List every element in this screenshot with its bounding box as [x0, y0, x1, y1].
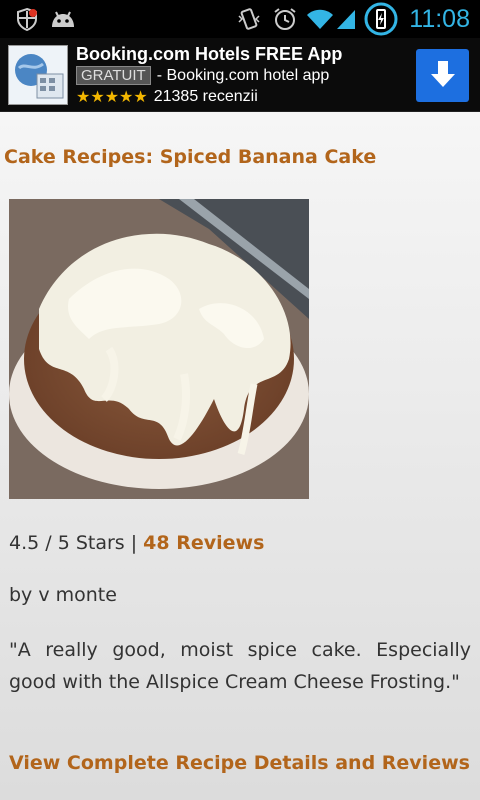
ad-title: Booking.com Hotels FREE App: [76, 44, 343, 64]
ad-review-count: 21385 recenzii: [153, 87, 258, 105]
ad-rating-row: ★★★★★ 21385 recenzii: [76, 87, 258, 106]
recipe-photo[interactable]: [9, 199, 309, 499]
download-arrow-icon: [429, 59, 457, 93]
ad-free-badge: GRATUIT: [76, 66, 151, 85]
recipe-rating: 4.5 / 5 Stars | 48 Reviews: [9, 532, 264, 554]
battery-charging-icon: [362, 0, 400, 38]
rating-text: 4.5 / 5 Stars |: [9, 532, 144, 554]
recipe-description: "A really good, moist spice cake. Especi…: [9, 639, 471, 693]
view-recipe-link[interactable]: View Complete Recipe Details and Reviews: [9, 752, 470, 774]
ad-star-rating: ★★★★★: [76, 87, 148, 106]
recipe-title[interactable]: Cake Recipes: Spiced Banana Cake: [4, 146, 376, 168]
alarm-icon: [270, 0, 300, 38]
ad-subtitle: - Booking.com hotel app: [156, 66, 330, 84]
reviews-link[interactable]: 48 Reviews: [143, 532, 264, 554]
android-icon: [48, 0, 78, 38]
download-button[interactable]: [416, 49, 469, 102]
wifi-icon: [304, 0, 336, 38]
clock: 11:08: [409, 5, 470, 33]
status-bar: 11:08: [0, 0, 480, 38]
shield-icon: [14, 0, 40, 38]
vibrate-icon: [234, 0, 264, 38]
ad-app-icon: [8, 45, 68, 105]
signal-icon: [334, 0, 358, 38]
recipe-content: Cake Recipes: Spiced Banana Cake 4.5 / 5…: [0, 112, 480, 800]
recipe-author: by v monte: [9, 584, 117, 606]
ad-banner[interactable]: Booking.com Hotels FREE App GRATUIT - Bo…: [0, 38, 480, 112]
ad-subtitle-row: GRATUIT - Booking.com hotel app: [76, 66, 329, 85]
